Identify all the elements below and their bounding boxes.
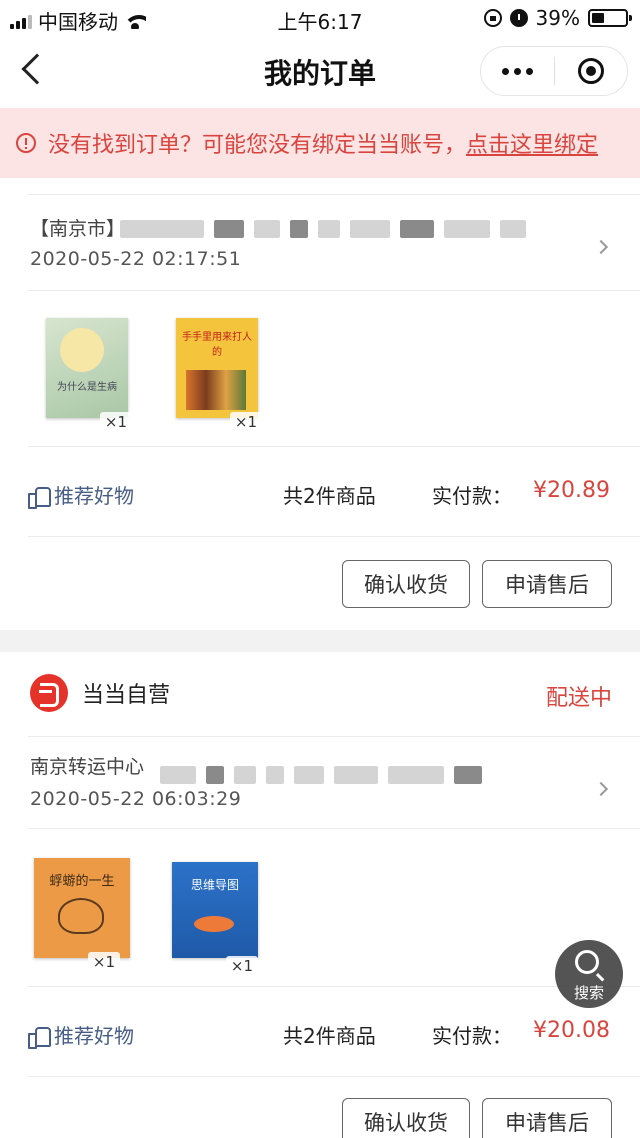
book-cover-image: 蜉蝣的一生: [34, 858, 130, 958]
dangdang-logo-icon: [30, 674, 68, 712]
shop-name: 当当自营: [82, 683, 171, 708]
product-thumbnail[interactable]: 手手里用来打人的 ×1: [176, 318, 262, 432]
status-bar: 中国移动 上午6:17 39%: [0, 0, 640, 36]
order-card[interactable]: 当当自营 配送中 南京转运中心 2020-05-22 06:03:29 蜉蝣的一…: [0, 652, 640, 1138]
item-count: 共2件商品: [283, 484, 376, 508]
paid-label: 实付款：: [432, 484, 512, 508]
recommend-button[interactable]: 推荐好物: [28, 480, 134, 509]
cover-title: 蜉蝣的一生: [49, 874, 115, 889]
item-qty: ×1: [229, 412, 262, 432]
miniprogram-capsule: [480, 46, 628, 96]
search-icon: [575, 950, 599, 974]
bind-account-link[interactable]: 点击这里绑定: [466, 127, 598, 159]
confirm-receipt-button[interactable]: 确认收货: [342, 1098, 470, 1138]
notice-text: 没有找到订单？可能您没有绑定当当账号，: [48, 133, 467, 158]
item-qty: ×1: [225, 956, 258, 976]
warning-icon: [16, 133, 36, 153]
order-summary: 推荐好物 共2件商品 实付款： ¥20.08: [0, 1014, 640, 1054]
order-price: ¥20.08: [533, 1018, 610, 1043]
order-card[interactable]: 【南京市】 2020-05-22 02:17:51 为什么是生病 ×1 手手里用…: [0, 178, 640, 630]
logistics-address: 【南京市】: [30, 218, 126, 240]
book-cover-image: 思维导图: [172, 862, 258, 958]
item-qty: ×1: [87, 952, 120, 972]
book-cover-image: 手手里用来打人的: [176, 318, 258, 418]
cover-title: 思维导图: [190, 878, 239, 892]
item-count: 共2件商品: [283, 1024, 376, 1048]
paid-label: 实付款：: [432, 1024, 512, 1048]
more-icon[interactable]: [481, 67, 554, 75]
after-sales-button[interactable]: 申请售后: [482, 560, 612, 608]
recommend-label: 推荐好物: [54, 1024, 134, 1048]
blurred-address: [120, 220, 526, 238]
close-miniprogram-icon[interactable]: [555, 58, 627, 84]
logistics-address: 南京转运中心: [30, 756, 145, 778]
nav-bar: 我的订单: [0, 36, 640, 108]
recommend-button[interactable]: 推荐好物: [28, 1020, 134, 1049]
product-thumbnail[interactable]: 蜉蝣的一生 ×1: [34, 858, 130, 972]
after-sales-button[interactable]: 申请售后: [482, 1098, 612, 1138]
rotation-lock-icon: [483, 9, 502, 27]
recommend-label: 推荐好物: [54, 484, 134, 508]
shop-header[interactable]: 当当自营: [30, 674, 170, 712]
chevron-right-icon: [593, 781, 609, 797]
item-qty: ×1: [99, 412, 132, 432]
search-fab-label: 搜索: [573, 984, 604, 1002]
logistics-time: 2020-05-22 06:03:29: [30, 788, 242, 810]
product-thumbnail[interactable]: 思维导图 ×1: [172, 862, 258, 976]
search-fab[interactable]: 搜索: [555, 940, 623, 1008]
book-cover-image: 为什么是生病: [46, 318, 128, 418]
order-status: 配送中: [545, 686, 612, 711]
order-summary: 推荐好物 共2件商品 实付款： ¥20.89: [0, 474, 640, 514]
thumbs-up-icon: [28, 485, 51, 509]
product-thumbnail[interactable]: 为什么是生病 ×1: [46, 318, 132, 432]
confirm-receipt-button[interactable]: 确认收货: [342, 560, 470, 608]
chevron-right-icon: [593, 239, 609, 255]
thumbs-up-icon: [28, 1025, 51, 1049]
cover-title: 为什么是生病: [57, 382, 117, 393]
bind-account-notice: 没有找到订单？可能您没有绑定当当账号， 点击这里绑定: [0, 108, 640, 178]
blurred-address: [160, 766, 482, 784]
cover-title: 手手里用来打人的: [182, 332, 252, 358]
logistics-time: 2020-05-22 02:17:51: [30, 248, 242, 270]
battery-percent: 39%: [535, 6, 580, 30]
battery-icon: [588, 9, 632, 27]
order-price: ¥20.89: [533, 478, 610, 503]
alarm-icon: [509, 9, 528, 27]
